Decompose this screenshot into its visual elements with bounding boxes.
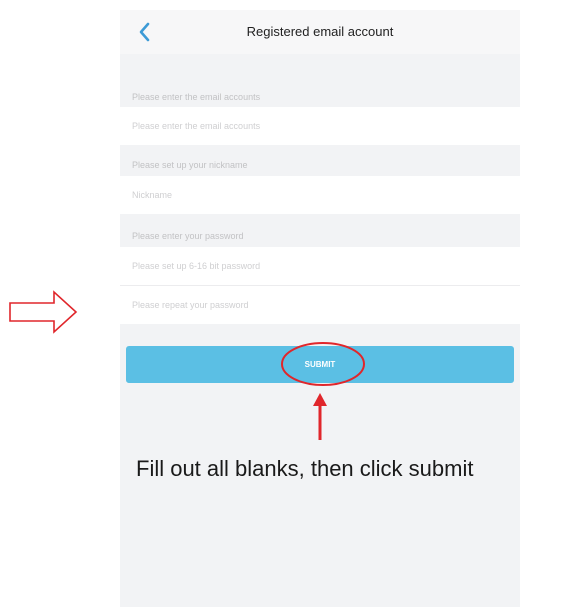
- page-title: Registered email account: [246, 24, 394, 39]
- nickname-section-label: Please set up your nickname: [132, 160, 248, 170]
- nickname-field[interactable]: [120, 176, 520, 214]
- navigation-bar: Registered email account: [120, 10, 520, 54]
- password-section-label: Please enter your password: [132, 231, 244, 241]
- confirm-password-field[interactable]: [120, 286, 520, 324]
- instruction-text: Fill out all blanks, then click submit: [136, 456, 474, 481]
- email-field[interactable]: [120, 107, 520, 145]
- password-field[interactable]: [120, 247, 520, 285]
- email-section-label: Please enter the email accounts: [132, 92, 261, 102]
- phone-screen: Registered email account Please enter th…: [120, 10, 520, 607]
- submit-button[interactable]: SUBMIT: [126, 346, 514, 383]
- right-arrow-icon: [9, 290, 78, 334]
